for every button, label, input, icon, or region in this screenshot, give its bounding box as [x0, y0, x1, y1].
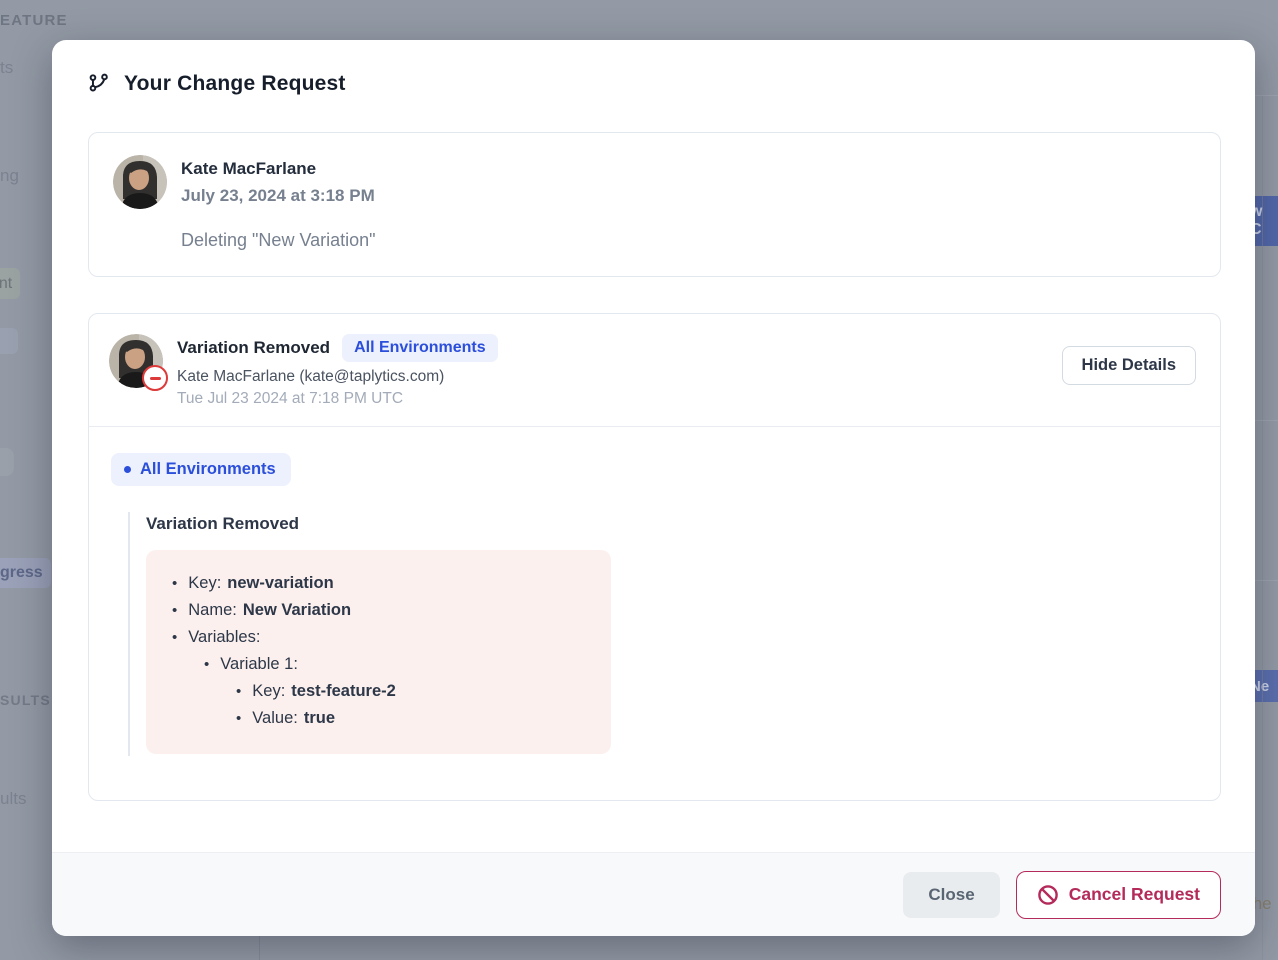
prohibition-icon	[1037, 884, 1059, 906]
comment-author: Kate MacFarlane	[181, 159, 376, 179]
environment-dot-icon	[124, 466, 131, 473]
background-divider	[1262, 95, 1263, 960]
branch-icon	[88, 73, 110, 95]
environment-pill: All Environments	[111, 453, 291, 486]
change-event-card: Variation Removed All Environments Kate …	[88, 313, 1221, 801]
change-request-modal: Your Change Request Kate	[52, 40, 1255, 936]
change-event-title: Variation Removed	[177, 338, 330, 358]
change-event-meta: Variation Removed All Environments Kate …	[177, 334, 1048, 408]
section-title: Variation Removed	[146, 514, 1196, 534]
change-timestamp: Tue Jul 23 2024 at 7:18 PM UTC	[177, 390, 1048, 408]
change-detail-row: •Name:New Variation	[170, 597, 587, 624]
background-nav-item: ults	[0, 789, 26, 809]
environment-pill-label: All Environments	[140, 460, 276, 479]
background-divider	[1255, 580, 1278, 581]
modal-title: Your Change Request	[124, 72, 346, 96]
cancel-request-label: Cancel Request	[1069, 884, 1200, 905]
change-detail-row: •Variable 1:	[170, 651, 587, 678]
comment-meta: Kate MacFarlane July 23, 2024 at 3:18 PM…	[181, 155, 376, 254]
avatar-wrap	[109, 334, 163, 388]
background-pill	[0, 328, 18, 354]
background-nav-item: ng	[0, 166, 19, 186]
close-button[interactable]: Close	[903, 872, 999, 918]
hide-details-button[interactable]: Hide Details	[1062, 346, 1196, 385]
modal-body: Kate MacFarlane July 23, 2024 at 3:18 PM…	[52, 122, 1255, 852]
cancel-request-button[interactable]: Cancel Request	[1016, 871, 1221, 919]
comment-timestamp: July 23, 2024 at 3:18 PM	[181, 186, 376, 206]
background-nav-item: ts	[0, 58, 13, 78]
change-details: All Environments Variation Removed •Key:…	[89, 427, 1220, 800]
change-detail-row: •Key:test-feature-2	[170, 678, 587, 705]
avatar	[113, 155, 167, 209]
environment-section: Variation Removed •Key:new-variation•Nam…	[128, 512, 1196, 756]
background-pill	[0, 448, 14, 476]
environment-badge: All Environments	[342, 334, 498, 362]
background-status-pill: ent	[0, 268, 20, 299]
background-section-header: EATURE	[0, 12, 68, 29]
background-progress-pill: gress	[0, 558, 51, 588]
background-divider	[1255, 420, 1278, 421]
change-event-header: Variation Removed All Environments Kate …	[89, 314, 1220, 427]
background-divider	[1255, 95, 1278, 96]
change-detail-row: •Key:new-variation	[170, 570, 587, 597]
change-detail-row: •Value:true	[170, 705, 587, 732]
change-detail-row: •Variables:	[170, 624, 587, 651]
request-comment-card: Kate MacFarlane July 23, 2024 at 3:18 PM…	[88, 132, 1221, 277]
comment-message: Deleting "New Variation"	[181, 230, 376, 251]
change-author: Kate MacFarlane (kate@taplytics.com)	[177, 368, 1048, 386]
modal-footer: Close Cancel Request	[52, 852, 1255, 936]
background-section-header: SULTS	[0, 692, 51, 708]
modal-header: Your Change Request	[52, 40, 1255, 122]
removed-variation-detail-box: •Key:new-variation•Name:New Variation•Va…	[146, 550, 611, 754]
removed-minus-icon	[142, 365, 168, 391]
background-divider	[259, 936, 260, 960]
